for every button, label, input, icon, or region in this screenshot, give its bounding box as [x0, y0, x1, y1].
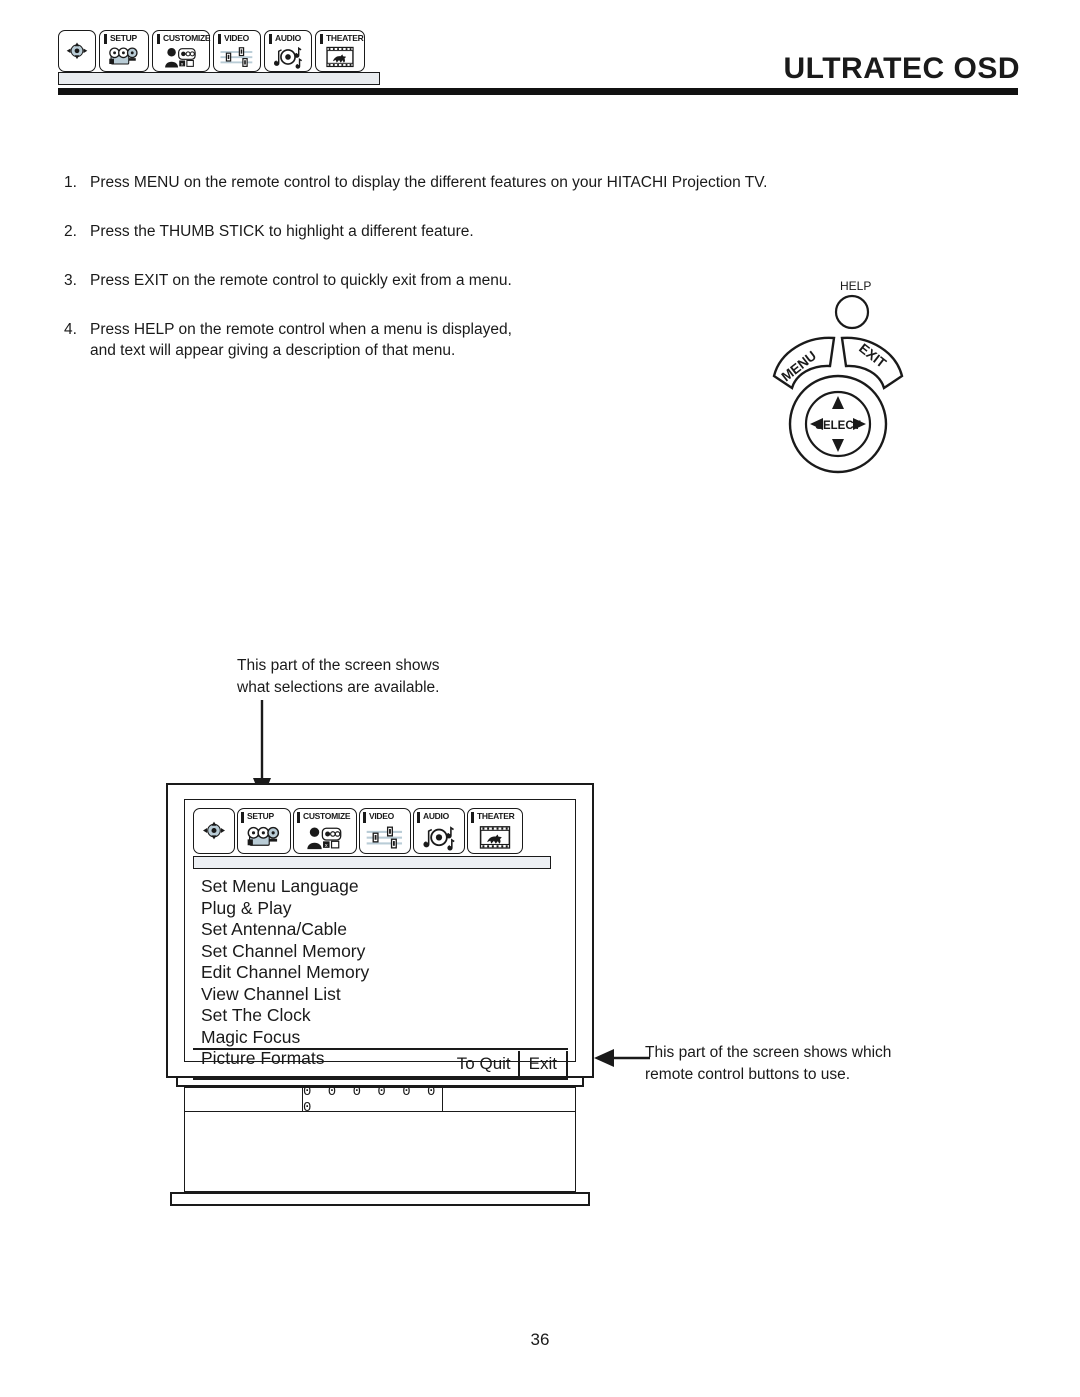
page-number: 36 — [530, 1330, 550, 1349]
osd-menu-list: Set Menu Language Plug & Play Set Antenna/… — [201, 876, 531, 1070]
osd-tab-icon-wrap — [365, 822, 405, 853]
instruction-list: 1. Press MENU on the remote control to di… — [64, 172, 824, 389]
osd-tab-label: CUSTOMIZE — [297, 811, 351, 822]
select-label: SELECT — [815, 420, 860, 432]
instruction-text: Press the THUMB STICK to highlight a dif… — [90, 223, 474, 240]
to-quit-label: To Quit — [456, 1054, 511, 1073]
video-sliders-icon — [366, 826, 403, 849]
instruction-text: Press HELP on the remote control when a … — [90, 321, 512, 359]
osd-tab-label: THEATER — [471, 811, 515, 822]
thumbstick-icon — [66, 42, 88, 60]
header-tab-label: VIDEO — [218, 33, 249, 43]
osd-tab-label: VIDEO — [363, 811, 394, 822]
osd-tab-audio[interactable]: AUDIO — [413, 808, 465, 854]
header-tab-label: THEATER — [320, 33, 364, 43]
osd-tab-bar: SETUP CUSTOMIZE x VIDEO AUDIO THEATER — [193, 808, 525, 854]
osd-tab-label: SETUP — [241, 811, 274, 822]
osd-footer: To Quit Exit — [193, 1050, 568, 1078]
instruction-text: Press MENU on the remote control to disp… — [90, 174, 768, 191]
header-tab-thumbstick[interactable] — [58, 30, 96, 72]
page-title: ULTRATEC OSD — [783, 52, 1020, 85]
osd-tab-icon-wrap — [244, 822, 284, 853]
customize-person-icon: x — [165, 48, 196, 68]
instruction-number: 1. — [64, 174, 77, 191]
panel-cell-right — [443, 1088, 573, 1111]
osd-tab-thumbstick[interactable] — [193, 808, 235, 854]
osd-menu-item[interactable]: Edit Channel Memory — [201, 962, 531, 984]
audio-note-icon — [423, 826, 455, 851]
header-tab-icon-wrap — [219, 43, 255, 71]
tv-base — [170, 1192, 590, 1206]
header-tab-icon-wrap: x — [163, 43, 199, 71]
instruction-number: 4. — [64, 321, 77, 338]
audio-note-icon — [274, 46, 303, 69]
instruction-item: 4. Press HELP on the remote control when … — [64, 319, 824, 361]
callout-right-arrow — [594, 1049, 650, 1067]
osd-tab-setup[interactable]: SETUP — [237, 808, 291, 854]
customize-person-icon: x — [307, 827, 342, 850]
instruction-item: 1. Press MENU on the remote control to di… — [64, 172, 824, 193]
header-tab-bar: SETUP CUSTOMIZE x VIDEO AUDIO THEATER — [58, 30, 368, 72]
panel-indicator-lights: 0 0 0 0 0 0 0 — [303, 1083, 440, 1116]
osd-menu-item[interactable]: Set The Clock — [201, 1005, 531, 1027]
header-tab-label: AUDIO — [269, 33, 301, 43]
help-button[interactable] — [834, 294, 870, 330]
theater-film-icon — [326, 46, 354, 68]
osd-menu-item[interactable]: View Channel List — [201, 984, 531, 1006]
header-tab-icon-wrap — [270, 43, 306, 71]
header-tab-icon-wrap — [106, 43, 142, 71]
instruction-item: 2. Press the THUMB STICK to highlight a d… — [64, 221, 824, 242]
osd-menu-item[interactable]: Set Channel Memory — [201, 941, 531, 963]
instruction-text: Press EXIT on the remote control to quic… — [90, 272, 512, 289]
header-gray-bar — [58, 72, 380, 85]
header-tab-audio[interactable]: AUDIO — [264, 30, 312, 72]
remote-control-diagram: HELP MENU EXIT SELECT — [760, 272, 960, 512]
osd-menu-item[interactable]: Magic Focus — [201, 1027, 531, 1049]
osd-tab-video[interactable]: VIDEO — [359, 808, 411, 854]
panel-cell-left — [185, 1088, 303, 1111]
callout-selections-text: This part of the screen shows what selec… — [237, 657, 440, 696]
osd-gray-bar — [193, 856, 551, 869]
exit-key-box[interactable]: Exit — [517, 1051, 568, 1077]
tv-control-panel: 0 0 0 0 0 0 0 — [184, 1084, 576, 1116]
header-tab-customize[interactable]: CUSTOMIZE x — [152, 30, 211, 72]
theater-film-icon — [479, 826, 511, 849]
osd-tab-icon-wrap — [198, 809, 230, 853]
instruction-number: 3. — [64, 272, 77, 289]
instruction-number: 2. — [64, 223, 77, 240]
header-tab-label: SETUP — [104, 33, 137, 43]
instruction-item: 3. Press EXIT on the remote control to qu… — [64, 270, 824, 291]
osd-tab-icon-wrap: x — [305, 822, 345, 853]
header-tab-setup[interactable]: SETUP — [99, 30, 149, 72]
panel-cell-center: 0 0 0 0 0 0 0 — [303, 1084, 443, 1116]
header-tab-icon-wrap — [62, 31, 92, 71]
help-label: HELP — [840, 279, 871, 293]
svg-text:x: x — [325, 843, 328, 849]
osd-tab-label: AUDIO — [417, 811, 449, 822]
osd-menu-item[interactable]: Set Antenna/Cable — [201, 919, 531, 941]
osd-menu-item[interactable]: Plug & Play — [201, 898, 531, 920]
setup-camera-icon — [109, 47, 138, 65]
osd-tab-customize[interactable]: CUSTOMIZE x — [293, 808, 357, 854]
video-sliders-icon — [220, 47, 253, 68]
header-tab-video[interactable]: VIDEO — [213, 30, 261, 72]
thumbstick-icon — [203, 822, 225, 840]
header-tab-label: CUSTOMIZE — [157, 33, 211, 43]
setup-camera-icon — [247, 826, 280, 846]
osd-tab-icon-wrap — [419, 822, 459, 853]
osd-tab-theater[interactable]: THEATER — [467, 808, 523, 854]
tv-screen: SETUP CUSTOMIZE x VIDEO AUDIO THEATER Se… — [184, 799, 576, 1080]
header-tab-theater[interactable]: THEATER — [315, 30, 365, 72]
callout-buttons-text: This part of the screen shows which remo… — [645, 1044, 892, 1083]
header-tab-icon-wrap — [322, 43, 358, 71]
tv-diagram: SETUP CUSTOMIZE x VIDEO AUDIO THEATER Se… — [166, 783, 594, 1241]
header-rule — [58, 88, 1018, 95]
tv-lower-body — [184, 1112, 576, 1192]
osd-menu-item[interactable]: Set Menu Language — [201, 876, 531, 898]
osd-tab-icon-wrap — [475, 822, 515, 853]
